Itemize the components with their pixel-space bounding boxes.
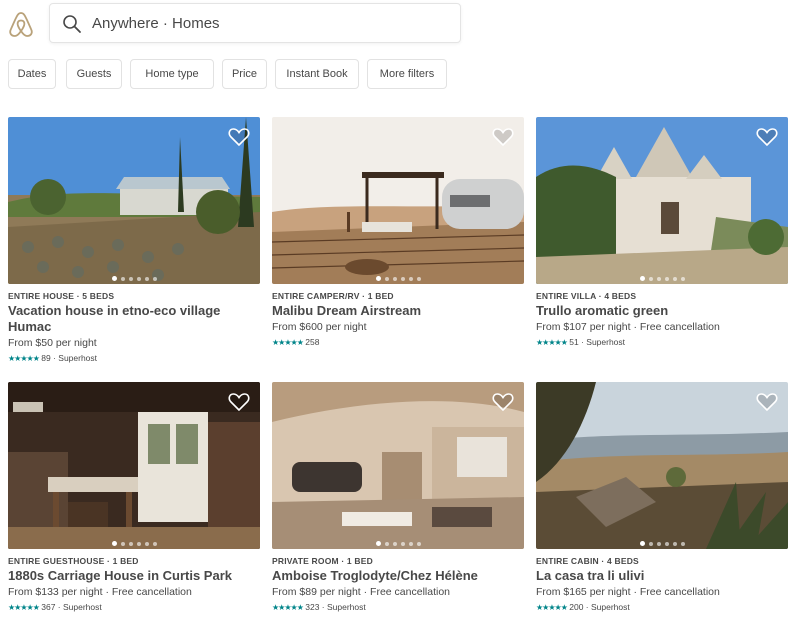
listing-title[interactable]: Trullo aromatic green [536,303,788,319]
listing-price: From $89 per night · Free cancellation [272,586,451,598]
superhost-badge: · Superhost [57,602,102,612]
listing-rating: ★★★★★ 51 · Superhost [536,336,788,349]
listing-type: ENTIRE CABIN · 4 BEDS [536,556,639,566]
listing-card[interactable]: ENTIRE GUESTHOUSE · 1 BED 1880s Carriage… [8,382,260,614]
listing-photo[interactable] [272,117,524,284]
photo-carousel-dots [272,270,524,282]
review-count: 89 [41,353,51,363]
listing-card[interactable]: PRIVATE ROOM · 1 BED Amboise Troglodyte/… [272,382,524,614]
star-rating-icon: ★★★★★ [536,603,568,612]
listing-card[interactable]: ENTIRE CAMPER/RV · 1 BED Malibu Dream Ai… [272,117,524,349]
star-rating-icon: ★★★★★ [8,354,40,363]
superhost-badge: · Superhost [585,602,630,612]
listing-photo-image [8,117,260,284]
listing-photo-image [8,382,260,549]
review-count: 367 [41,602,56,612]
listing-title[interactable]: La casa tra li ulivi [536,568,788,584]
star-rating-icon: ★★★★★ [272,338,304,347]
listing-rating: ★★★★★ 258 [272,336,524,349]
listing-card[interactable]: ENTIRE HOUSE · 5 BEDS Vacation house in … [8,117,260,365]
airbnb-logo-icon[interactable] [8,10,34,38]
heart-icon[interactable] [756,127,778,147]
review-count: 258 [305,337,320,347]
filter-guests-button[interactable]: Guests [66,59,122,89]
star-rating-icon: ★★★★★ [272,603,304,612]
listing-rating: ★★★★★ 89 · Superhost [8,352,260,365]
listing-rating: ★★★★★ 200 · Superhost [536,601,788,614]
listing-photo[interactable] [8,382,260,549]
photo-carousel-dots [536,535,788,547]
filter-price-button[interactable]: Price [222,59,267,89]
review-count: 323 [305,602,320,612]
listing-title[interactable]: Amboise Troglodyte/Chez Hélène [272,568,524,584]
heart-icon[interactable] [228,392,250,412]
listing-type: ENTIRE GUESTHOUSE · 1 BED [8,556,139,566]
listing-photo[interactable] [536,117,788,284]
listing-price: From $107 per night · Free cancellation [536,321,720,333]
listing-rating: ★★★★★ 323 · Superhost [272,601,524,614]
photo-carousel-dots [536,270,788,282]
photo-carousel-dots [8,535,260,547]
listing-price: From $165 per night · Free cancellation [536,586,720,598]
star-rating-icon: ★★★★★ [536,338,568,347]
listing-photo[interactable] [8,117,260,284]
listing-photo[interactable] [272,382,524,549]
review-count: 51 [569,337,579,347]
listing-photo-image [272,382,524,549]
search-input[interactable]: Anywhere · Homes [92,15,220,32]
heart-icon[interactable] [492,127,514,147]
filter-more-button[interactable]: More filters [367,59,447,89]
listing-type: ENTIRE CAMPER/RV · 1 BED [272,291,394,301]
listing-type: ENTIRE HOUSE · 5 BEDS [8,291,115,301]
heart-icon[interactable] [228,127,250,147]
filter-dates-button[interactable]: Dates [8,59,56,89]
photo-carousel-dots [8,270,260,282]
listing-photo-image [272,117,524,284]
search-icon [63,15,81,33]
filter-home-type-button[interactable]: Home type [130,59,214,89]
listing-photo-image [536,117,788,284]
filter-instant-book-button[interactable]: Instant Book [275,59,359,89]
top-bar: Anywhere · Homes [0,0,800,50]
photo-carousel-dots [272,535,524,547]
listing-price: From $600 per night [272,321,367,333]
listing-card[interactable]: ENTIRE VILLA · 4 BEDS Trullo aromatic gr… [536,117,788,349]
heart-icon[interactable] [492,392,514,412]
listing-title[interactable]: 1880s Carriage House in Curtis Park [8,568,260,584]
listing-title[interactable]: Malibu Dream Airstream [272,303,524,319]
search-bar[interactable]: Anywhere · Homes [49,3,461,43]
listing-title[interactable]: Vacation house in etno-eco village Humac [8,303,260,335]
listing-price: From $50 per night [8,337,97,349]
superhost-badge: · Superhost [321,602,366,612]
listing-photo-image [536,382,788,549]
listing-photo[interactable] [536,382,788,549]
listing-rating: ★★★★★ 367 · Superhost [8,601,260,614]
heart-icon[interactable] [756,392,778,412]
superhost-badge: · Superhost [53,353,98,363]
star-rating-icon: ★★★★★ [8,603,40,612]
review-count: 200 [569,602,584,612]
listing-price: From $133 per night · Free cancellation [8,586,192,598]
listing-card[interactable]: ENTIRE CABIN · 4 BEDS La casa tra li uli… [536,382,788,614]
listing-type: ENTIRE VILLA · 4 BEDS [536,291,637,301]
superhost-badge: · Superhost [581,337,626,347]
listing-type: PRIVATE ROOM · 1 BED [272,556,373,566]
